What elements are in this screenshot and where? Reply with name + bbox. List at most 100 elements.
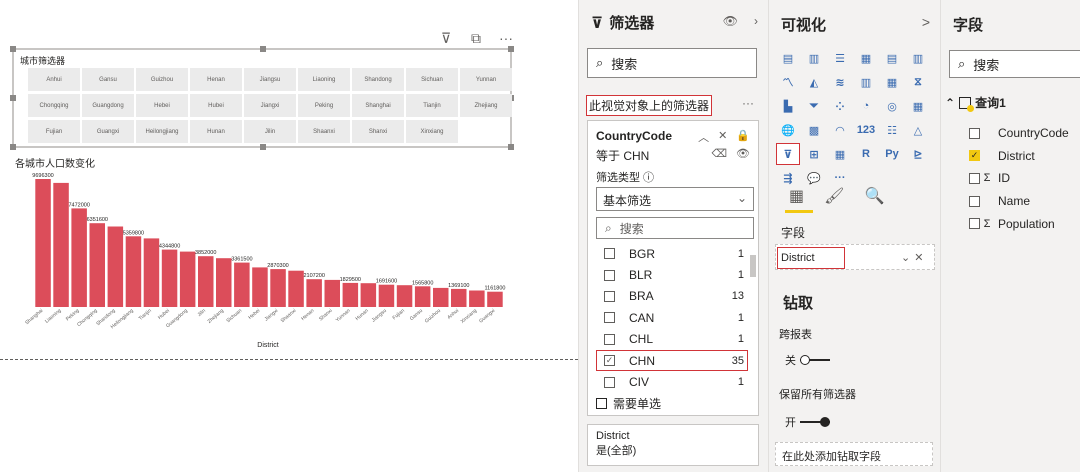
kpi-icon[interactable]: △ <box>907 120 929 140</box>
slicer-tile[interactable]: Tianjin <box>406 94 458 117</box>
bar[interactable] <box>306 279 322 307</box>
filter-icon[interactable]: ⊽ <box>438 30 454 46</box>
slicer-tile[interactable]: Shanxi <box>352 120 404 143</box>
slicer-tile[interactable]: Guizhou <box>136 68 188 91</box>
area-chart-icon[interactable]: ◭ <box>803 72 825 92</box>
bar[interactable] <box>469 290 485 308</box>
filter-values-search[interactable]: ⌕ 搜索 <box>596 217 754 239</box>
field-chip-district[interactable]: District <box>777 247 845 269</box>
scatter-chart-icon[interactable]: ⁘ <box>829 96 851 116</box>
checkbox[interactable] <box>969 127 980 139</box>
slicer-tile[interactable]: Yunnan <box>460 68 512 91</box>
resize-handle[interactable] <box>10 144 16 150</box>
treemap-icon[interactable]: ▦ <box>907 96 929 116</box>
bar[interactable] <box>234 262 250 307</box>
slicer-tile[interactable]: Hubei <box>190 94 242 117</box>
resize-handle[interactable] <box>260 144 266 150</box>
bar[interactable] <box>161 249 178 307</box>
checkbox[interactable] <box>604 312 615 324</box>
checkbox[interactable] <box>604 290 615 302</box>
key-influencers-icon[interactable]: ⊵ <box>907 144 929 164</box>
fields-tab-icon[interactable]: ▦ <box>789 186 804 206</box>
filter-value-row[interactable]: BLR 1 <box>596 264 748 285</box>
checkbox[interactable]: ✓ <box>969 150 980 162</box>
bar[interactable] <box>487 291 503 307</box>
slicer-tile[interactable]: Fujian <box>28 120 80 143</box>
field-item[interactable]: Σ ID <box>969 167 1079 190</box>
checkbox[interactable] <box>604 269 615 281</box>
checkbox[interactable] <box>969 172 980 184</box>
bar[interactable] <box>342 282 359 307</box>
slicer-tile[interactable]: Shaanxi <box>298 120 350 143</box>
bar[interactable] <box>252 267 268 307</box>
bar[interactable] <box>143 238 160 307</box>
checkbox[interactable] <box>969 195 980 207</box>
bar[interactable] <box>270 269 286 307</box>
matrix-icon[interactable]: ▦ <box>829 144 851 164</box>
clustered-bar-chart-icon[interactable]: ☰ <box>829 48 851 68</box>
collapse-chevron-icon[interactable]: › <box>754 14 758 28</box>
bar[interactable] <box>125 236 142 307</box>
lock-icon[interactable]: 🔒 <box>736 129 750 145</box>
line-clustered-column-icon[interactable]: ▦ <box>881 72 903 92</box>
slicer-tile[interactable]: Anhui <box>28 68 80 91</box>
waterfall-chart-icon[interactable]: ▙ <box>777 96 799 116</box>
bar[interactable] <box>378 284 395 307</box>
filter-value-row[interactable]: ✓ CHN 35 <box>596 349 748 372</box>
filter-value-row[interactable]: CIV 1 <box>596 371 748 392</box>
bar[interactable] <box>89 223 106 307</box>
filter-card-district[interactable]: District 是(全部) <box>587 424 759 466</box>
bar[interactable] <box>360 283 377 307</box>
filter-type-dropdown[interactable]: 基本筛选 ⌄ <box>596 187 754 211</box>
filter-value-row[interactable]: CAN 1 <box>596 307 748 328</box>
checkbox[interactable] <box>604 333 615 345</box>
more-options-icon[interactable]: ··· <box>498 30 514 46</box>
drillthrough-well[interactable]: 在此处添加钻取字段 <box>775 442 933 466</box>
line-chart-icon[interactable]: 〽 <box>777 72 799 92</box>
map-icon[interactable]: 🌐 <box>777 120 799 140</box>
eye-icon[interactable]: 👁 <box>723 14 738 28</box>
bar[interactable] <box>71 208 87 307</box>
slicer-tile[interactable]: Jiangxi <box>244 94 296 117</box>
fields-search-input[interactable]: ⌕ 搜索 <box>949 50 1080 78</box>
slicer-tile[interactable]: Sichuan <box>406 68 458 91</box>
resize-handle[interactable] <box>508 144 514 150</box>
checkbox[interactable] <box>596 398 607 409</box>
slicer-tile[interactable]: Guangxi <box>82 120 134 143</box>
100-bar-chart-icon[interactable]: ▤ <box>881 48 903 68</box>
gauge-icon[interactable]: ◠ <box>829 120 851 140</box>
single-select-option[interactable]: 需要单选 <box>596 395 661 412</box>
close-icon[interactable]: ✕ <box>914 251 923 264</box>
filters-search-input[interactable]: ⌕ 搜索 <box>587 48 757 78</box>
stacked-area-chart-icon[interactable]: ≋ <box>829 72 851 92</box>
r-visual-icon[interactable]: R <box>855 144 877 164</box>
checkbox[interactable]: ✓ <box>604 355 615 367</box>
ribbon-chart-icon[interactable]: ⧖ <box>907 72 929 92</box>
decomposition-tree-icon[interactable]: ⇶ <box>777 168 799 188</box>
slicer-tile[interactable]: Zhejiang <box>460 94 512 117</box>
field-item[interactable]: CountryCode <box>969 122 1079 145</box>
bar[interactable] <box>198 256 214 307</box>
slicer-tile[interactable]: Hunan <box>190 120 242 143</box>
slicer-tile[interactable]: Shanghai <box>352 94 404 117</box>
bar[interactable] <box>53 182 69 307</box>
resize-handle[interactable] <box>10 95 16 101</box>
filter-value-row[interactable]: CHL 1 <box>596 329 748 350</box>
bar[interactable] <box>288 270 304 307</box>
slicer-tile[interactable]: Liaoning <box>298 68 350 91</box>
collapse-chevron-icon[interactable]: > <box>922 14 930 30</box>
bar[interactable] <box>216 258 232 307</box>
city-slicer-visual[interactable]: 城市筛选器 Anhui Gansu Guizhou Henan Jiangsu Liaon… <box>10 46 514 150</box>
pie-chart-icon[interactable]: ◔ <box>855 96 877 116</box>
bar[interactable] <box>396 285 413 307</box>
toggle-switch[interactable] <box>800 355 830 365</box>
checkbox[interactable] <box>604 376 615 388</box>
slicer-tile[interactable]: Jilin <box>244 120 296 143</box>
analytics-tab-icon[interactable]: 🔍 <box>864 186 884 206</box>
slicer-tile[interactable]: Xinxiang <box>406 120 458 143</box>
population-bar-chart[interactable]: 9696300 Shanghai Liaoning 7472000 Peking 6351… <box>10 153 510 353</box>
clustered-column-chart-icon[interactable]: ▦ <box>855 48 877 68</box>
slicer-tile[interactable]: Heilongjiang <box>136 120 188 143</box>
cross-report-toggle[interactable]: 关 <box>785 352 830 368</box>
resize-handle[interactable] <box>260 46 266 52</box>
